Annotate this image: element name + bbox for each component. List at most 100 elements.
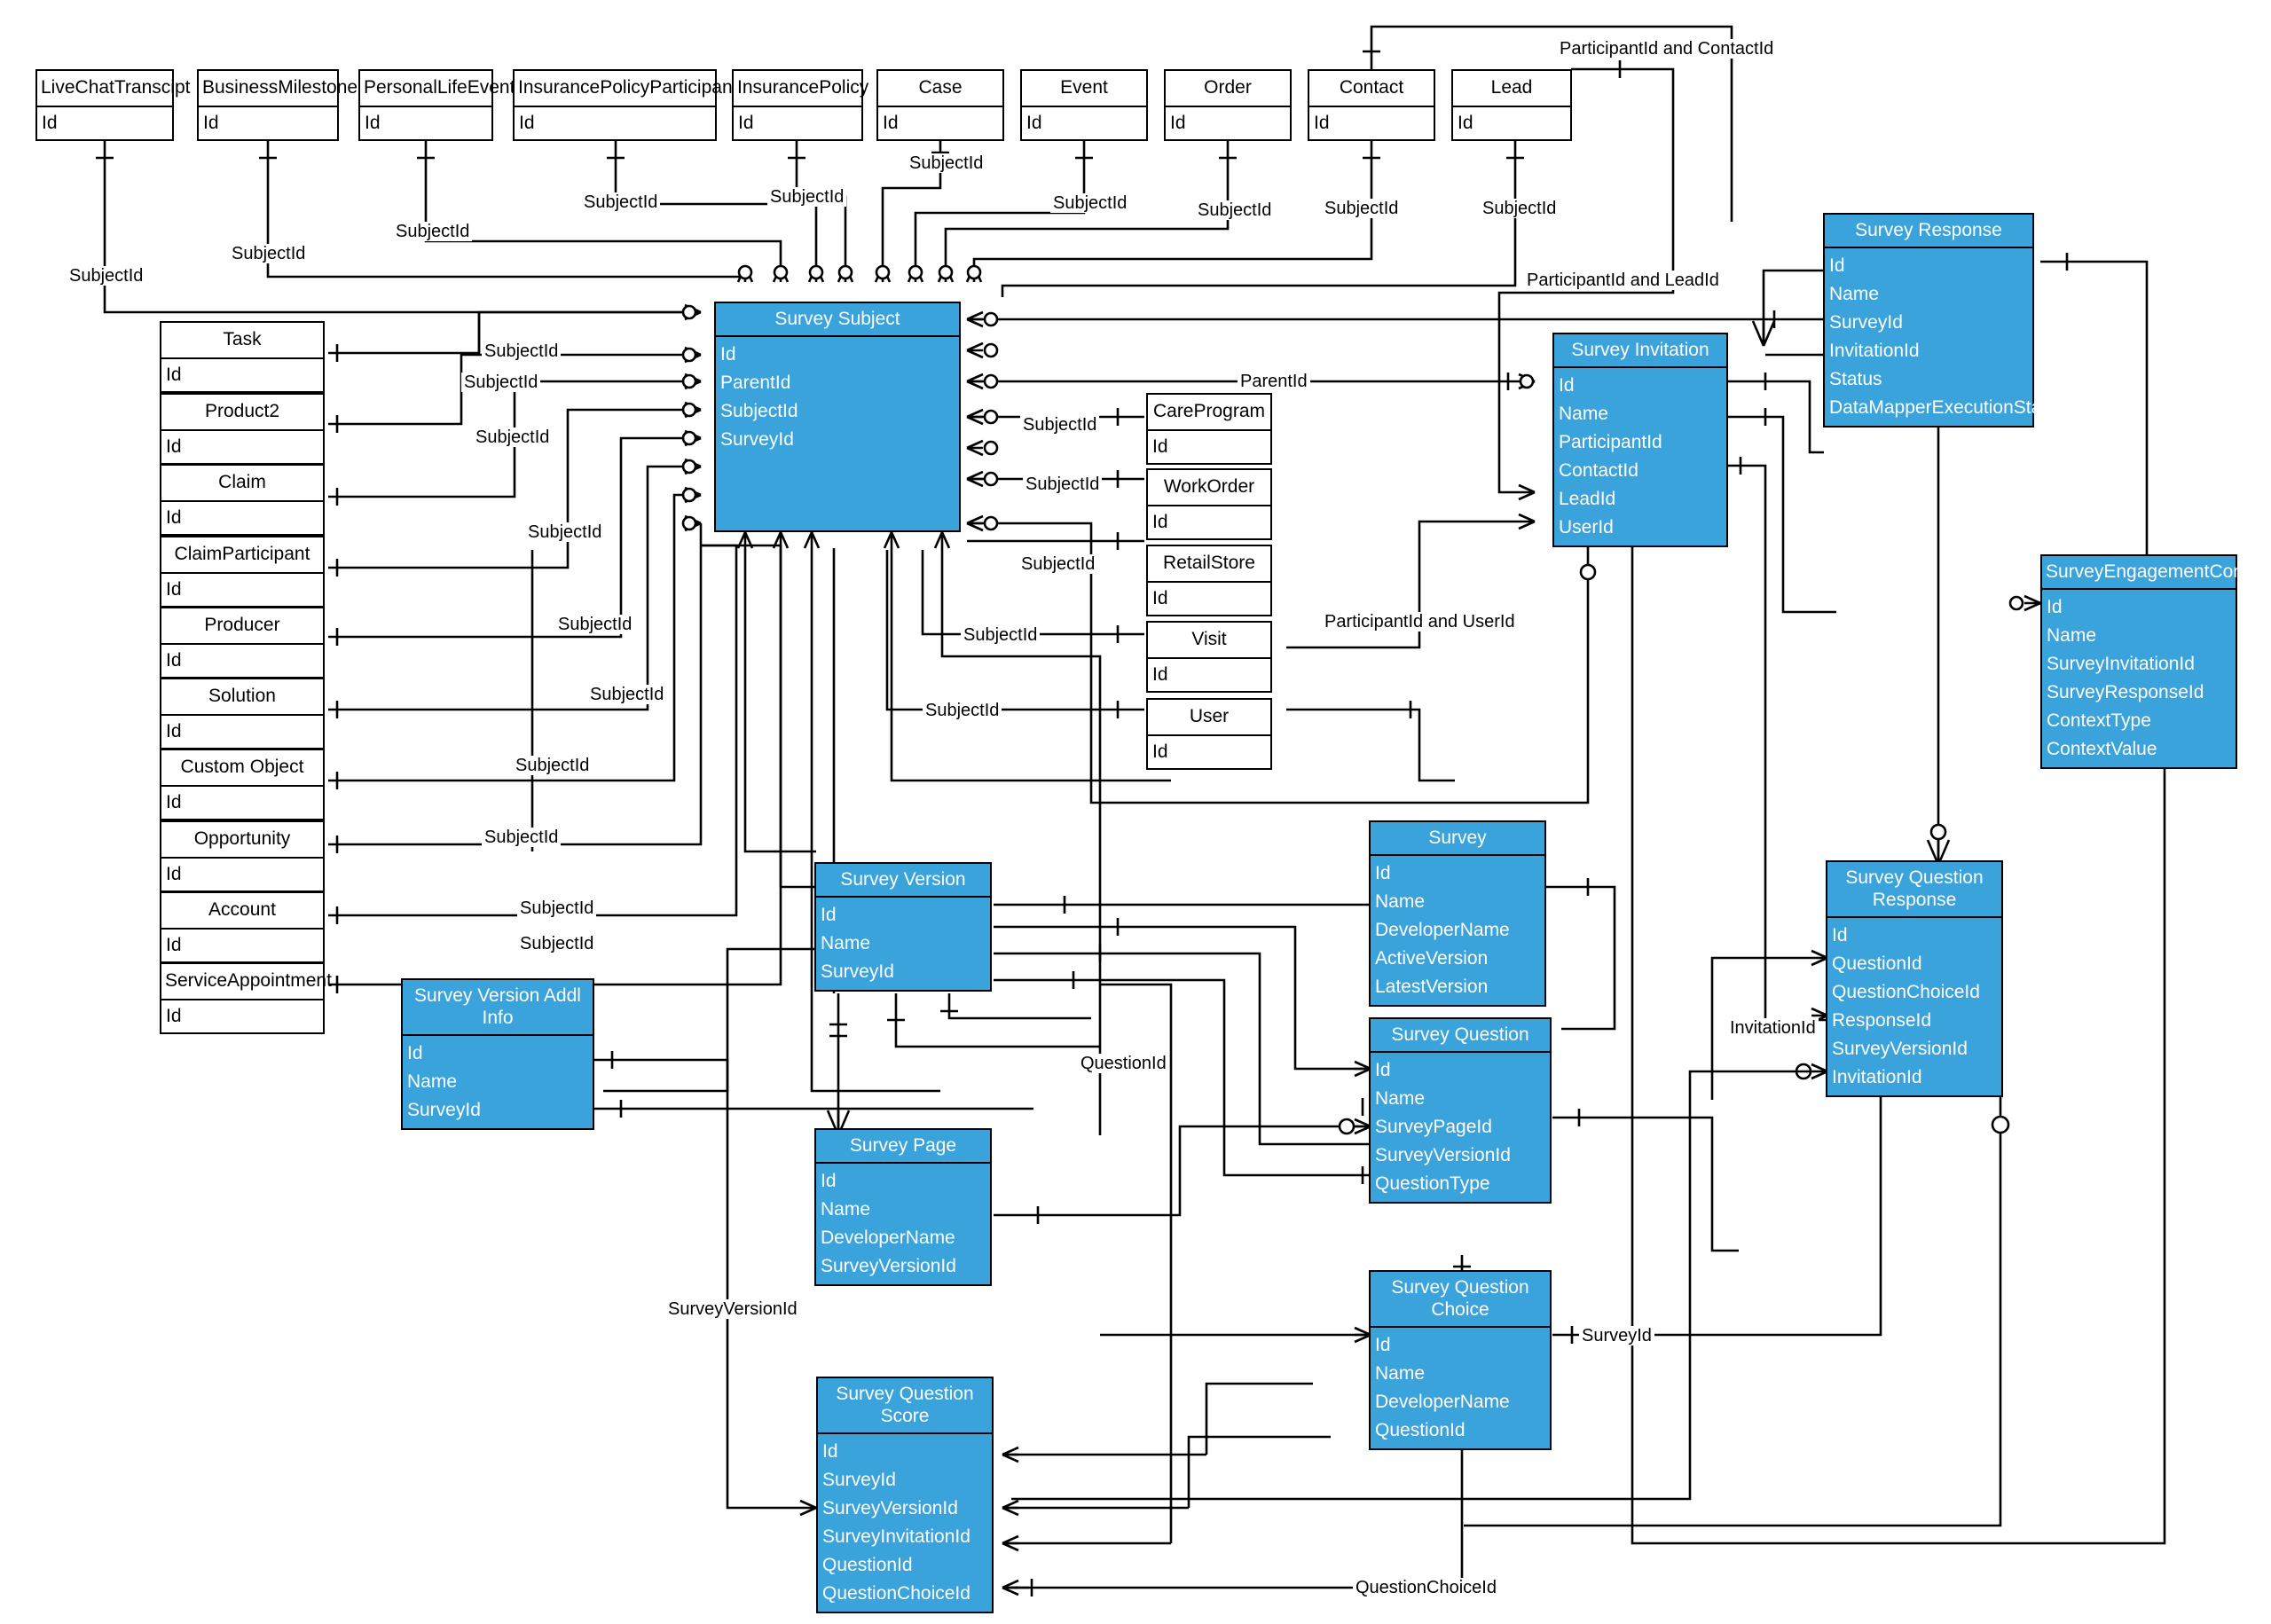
entity-event[interactable]: Event Id: [1020, 69, 1148, 141]
attribute-id: Id: [166, 435, 182, 457]
entity-attributes: Id Name SurveyId: [816, 898, 990, 990]
attribute-id: Id: [203, 112, 219, 133]
edge-label-questionid: QuestionId: [1078, 1054, 1169, 1073]
attribute-question-choice-id: QuestionChoiceId: [822, 1582, 970, 1604]
attribute-lead-id: LeadId: [1559, 488, 1616, 509]
edge-label-subjectid-personal-life-event: SubjectId: [393, 222, 473, 241]
attribute-id: Id: [1559, 374, 1575, 396]
entity-attributes: Id: [161, 359, 323, 391]
entity-survey-subject[interactable]: Survey Subject Id ParentId SubjectId Sur…: [714, 302, 961, 532]
entity-title: Account: [161, 893, 323, 930]
entity-title: InsurancePolicyParticipant: [515, 71, 737, 107]
entity-insurance-policy[interactable]: InsurancePolicy Id: [732, 69, 868, 141]
attribute-id: Id: [1170, 112, 1186, 133]
attribute-id: Id: [1829, 255, 1845, 276]
entity-title: Product2: [161, 395, 323, 431]
entity-title: Solution: [161, 679, 323, 716]
attribute-name: Name: [1559, 403, 1609, 424]
entity-claim[interactable]: Claim Id: [160, 464, 325, 536]
entity-attributes: Id: [1148, 583, 1270, 615]
entity-account[interactable]: Account Id: [160, 891, 325, 963]
entity-producer[interactable]: Producer Id: [160, 607, 325, 679]
entity-retail-store[interactable]: RetailStore Id: [1146, 545, 1272, 616]
entity-attributes: Id: [1148, 659, 1270, 691]
edge-label-subjectid-user: SubjectId: [923, 701, 1002, 720]
entity-attributes: Id: [1148, 736, 1270, 768]
entity-survey-question-response[interactable]: Survey Question Response Id QuestionId Q…: [1826, 860, 2003, 1097]
entity-service-appointment[interactable]: ServiceAppointment Id: [160, 962, 332, 1034]
edge-label-subjectid-care-program: SubjectId: [1020, 415, 1100, 435]
entity-task[interactable]: Task Id: [160, 321, 325, 393]
entity-personal-life-event[interactable]: PersonalLifeEvent Id: [358, 69, 515, 141]
entity-custom-object[interactable]: Custom Object Id: [160, 749, 325, 820]
entity-attributes: Id Name SurveyId: [403, 1036, 593, 1128]
entity-care-program[interactable]: CareProgram Id: [1146, 393, 1272, 465]
attribute-id: Id: [1152, 741, 1168, 762]
attribute-survey-id: SurveyId: [1829, 311, 1903, 333]
entity-survey-question-score[interactable]: Survey Question Score Id SurveyId Survey…: [816, 1377, 994, 1613]
entity-title: RetailStore: [1148, 546, 1270, 583]
attribute-id: Id: [166, 578, 182, 600]
entity-survey-response[interactable]: Survey Response Id Name SurveyId Invitat…: [1823, 213, 2066, 428]
attribute-name: Name: [1375, 890, 1426, 912]
entity-survey-question[interactable]: Survey Question Id Name SurveyPageId Sur…: [1369, 1017, 1552, 1204]
entity-survey-invitation[interactable]: Survey Invitation Id Name ParticipantId …: [1552, 333, 1728, 547]
entity-solution[interactable]: Solution Id: [160, 678, 325, 749]
entity-attributes: Id SurveyId SurveyVersionId SurveyInvita…: [818, 1434, 992, 1612]
entity-survey-engagement-context[interactable]: SurveyEngagementContext Id Name SurveyIn…: [2040, 554, 2271, 769]
entity-work-order[interactable]: WorkOrder Id: [1146, 468, 1272, 540]
er-diagram-canvas: LiveChatTranscipt Id BusinessMilestone I…: [0, 0, 2271, 1624]
entity-visit[interactable]: Visit Id: [1146, 621, 1272, 693]
attribute-survey-id: SurveyId: [821, 961, 894, 982]
attribute-participant-id: ParticipantId: [1559, 431, 1662, 452]
entity-attributes: Id: [734, 107, 861, 139]
entity-attributes: Id: [37, 107, 172, 139]
entity-title: Survey: [1371, 822, 1544, 856]
entity-product2[interactable]: Product2 Id: [160, 393, 325, 465]
attribute-id: Id: [166, 649, 182, 671]
entity-survey[interactable]: Survey Id Name DeveloperName ActiveVersi…: [1369, 820, 1546, 1007]
entity-title: Visit: [1148, 623, 1270, 659]
attribute-name: Name: [821, 932, 871, 953]
entity-order[interactable]: Order Id: [1164, 69, 1292, 141]
attribute-question-type: QuestionType: [1375, 1173, 1490, 1194]
entity-attributes: Id: [878, 107, 1002, 139]
entity-business-milestone[interactable]: BusinessMilestone Id: [197, 69, 358, 141]
entity-survey-question-choice[interactable]: Survey Question Choice Id Name Developer…: [1369, 1270, 1552, 1450]
entity-attributes: Id: [161, 1000, 323, 1032]
edge-label-questionchoiceid: QuestionChoiceId: [1353, 1578, 1499, 1597]
attribute-name: Name: [1375, 1087, 1426, 1109]
entity-insurance-policy-participant[interactable]: InsurancePolicyParticipant Id: [513, 69, 737, 141]
entity-opportunity[interactable]: Opportunity Id: [160, 820, 325, 892]
attribute-context-value: ContextValue: [2047, 738, 2157, 759]
entity-claim-participant[interactable]: ClaimParticipant Id: [160, 536, 325, 608]
attribute-survey-version-id: SurveyVersionId: [822, 1497, 958, 1518]
edge-label-subjectid-retail-store: SubjectId: [1018, 554, 1098, 574]
attribute-id: Id: [1152, 511, 1168, 532]
entity-title: Order: [1166, 71, 1290, 107]
entity-title: PersonalLifeEvent: [360, 71, 515, 107]
entity-lead[interactable]: Lead Id: [1451, 69, 1572, 141]
entity-attributes: Id ParentId SubjectId SurveyId: [716, 337, 959, 458]
attribute-survey-id: SurveyId: [720, 428, 794, 450]
entity-user[interactable]: User Id: [1146, 698, 1272, 770]
entity-case[interactable]: Case Id: [876, 69, 1004, 141]
edge-label-subjectid-task: SubjectId: [482, 341, 562, 361]
edge-label-subjectid-product2: SubjectId: [461, 373, 541, 392]
entity-live-chat-transcipt[interactable]: LiveChatTranscipt Id: [35, 69, 190, 141]
attribute-id: Id: [42, 112, 58, 133]
attribute-id: Id: [738, 112, 754, 133]
entity-attributes: Id: [1309, 107, 1434, 139]
entity-contact[interactable]: Contact Id: [1308, 69, 1435, 141]
entity-attributes: Id Name SurveyId InvitationId Status Dat…: [1825, 248, 2066, 426]
edge-label-participant-and-contact: ParticipantId and ContactId: [1557, 39, 1777, 59]
entity-survey-version[interactable]: Survey Version Id Name SurveyId: [814, 862, 992, 992]
attribute-id: Id: [821, 1170, 837, 1191]
attribute-survey-version-id: SurveyVersionId: [1832, 1038, 1968, 1059]
attribute-question-id: QuestionId: [1375, 1419, 1466, 1440]
entity-survey-version-addl-info[interactable]: Survey Version Addl Info Id Name SurveyI…: [401, 978, 594, 1130]
entity-survey-page[interactable]: Survey Page Id Name DeveloperName Survey…: [814, 1128, 992, 1286]
attribute-id: Id: [883, 112, 899, 133]
edge-label-subjectid-producer: SubjectId: [555, 615, 635, 634]
entity-attributes: Id: [161, 787, 323, 819]
